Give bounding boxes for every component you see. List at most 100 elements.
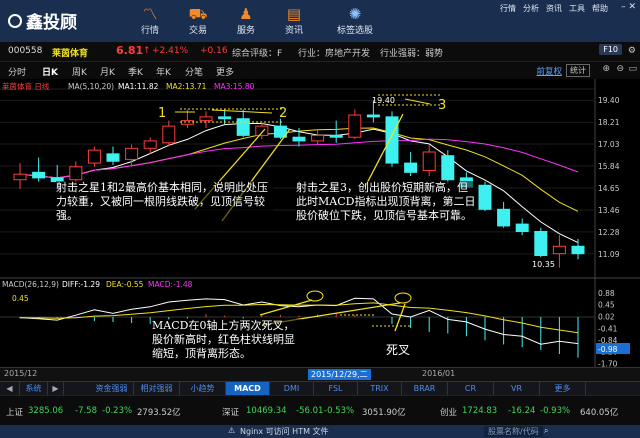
ma3-label: MA3:15.80 bbox=[214, 82, 255, 91]
nav-news[interactable]: ▤ 资讯 bbox=[274, 5, 314, 36]
status-bar: ⚠ Nginx 可访问 HTM 文件 股票名称/代码 ⌕ bbox=[0, 425, 640, 438]
indicator-dmi[interactable]: DMI bbox=[270, 382, 314, 396]
close-icon[interactable]: ✕ bbox=[628, 2, 636, 12]
tab-intraday[interactable]: 分时 bbox=[8, 65, 26, 78]
indicator-cr[interactable]: CR bbox=[448, 382, 494, 396]
price-tick-label: 12.28 bbox=[598, 228, 620, 237]
tab-ticks[interactable]: 分笔 bbox=[185, 65, 203, 78]
price-tick-label: 18.21 bbox=[598, 118, 620, 127]
high-price-label: 19.40 bbox=[372, 96, 395, 105]
index-chg-sh: -7.58 bbox=[75, 406, 97, 416]
low-price-label: 10.35 bbox=[532, 260, 555, 269]
adjust-dropdown[interactable]: 前复权 bbox=[536, 65, 562, 77]
menu-quotes[interactable]: 行情 bbox=[500, 3, 516, 14]
index-chg-cy: -16.24 bbox=[508, 406, 536, 416]
candle bbox=[478, 181, 492, 212]
macd-tick-label: -1.70 bbox=[598, 360, 618, 367]
period-tabs: 分时 日K 周K 月K 季K 年K 分笔 更多 前复权 统计 ⊕ ⊖ ▭ bbox=[0, 62, 640, 79]
user-icon: ♟ bbox=[239, 5, 253, 23]
index-name-cy: 创业 bbox=[440, 408, 458, 418]
menu-news[interactable]: 资讯 bbox=[546, 3, 562, 14]
ma2-label: MA2:13.71 bbox=[166, 82, 207, 91]
note-shooting-star-3: 射击之星3，创出股价短期新高，但此时MACD指标出现顶背离，第二日股价破位下跌，… bbox=[296, 181, 476, 223]
menu-analysis[interactable]: 分析 bbox=[523, 3, 539, 14]
tab-monthly-k[interactable]: 月K bbox=[100, 65, 115, 78]
nav-quotes[interactable]: 〽行情 bbox=[130, 5, 170, 36]
stat-button[interactable]: 统计 bbox=[566, 64, 590, 77]
stock-info-bar: 000558 莱茵体育 6.81 ↑ +2.41% +0.16 综合评级：F 行… bbox=[0, 42, 640, 62]
indicator-trix[interactable]: TRIX bbox=[358, 382, 402, 396]
nav-tag-select[interactable]: ✺ 标签选股 bbox=[330, 5, 380, 36]
chart-line-icon: 〽 bbox=[142, 5, 158, 23]
stock-chg: +0.16 bbox=[200, 46, 228, 56]
index-chg-sz: -56.01 bbox=[296, 406, 324, 416]
price-tick-label: 17.03 bbox=[598, 140, 620, 149]
fullscreen-icon[interactable]: ▭ bbox=[628, 64, 637, 74]
logo-text: 鑫投顾 bbox=[26, 13, 77, 33]
next-icon[interactable]: ▶ bbox=[48, 382, 64, 396]
index-amount-sz: 3051.90亿 bbox=[362, 408, 406, 418]
nav-trade[interactable]: ⛟ 交易 bbox=[178, 5, 218, 36]
f10-button[interactable]: F10 bbox=[599, 44, 622, 55]
tab-daily-k[interactable]: 日K bbox=[42, 65, 58, 78]
ma-legend-label: MA(5,10,20) bbox=[68, 82, 114, 91]
macd-left-label: 0.45 bbox=[12, 294, 29, 303]
zoom-in-icon[interactable]: ⊕ bbox=[602, 64, 610, 74]
kline-chart-svg[interactable]: 19.40 18.21 17.03 15.84 14.65 13.46 12.28 11.09… bbox=[0, 79, 640, 369]
macd-tick-label: 0.02 bbox=[598, 312, 615, 321]
price-tick-label: 19.40 bbox=[598, 96, 620, 105]
nav-service[interactable]: ♟ 服务 bbox=[226, 5, 266, 36]
status-text: Nginx 可访问 HTM 文件 bbox=[240, 427, 329, 436]
stock-name: 莱茵体育 bbox=[52, 49, 89, 59]
tab-more[interactable]: 更多 bbox=[216, 65, 234, 78]
stock-search-input[interactable]: 股票名称/代码 bbox=[484, 426, 543, 437]
index-amount-cy: 640.05亿 bbox=[580, 408, 619, 418]
macd-tick-label: 0.45 bbox=[598, 301, 615, 310]
menu-help[interactable]: 帮助 bbox=[592, 3, 608, 14]
index-value-sh: 3285.06 bbox=[28, 406, 64, 416]
menu-tools[interactable]: 工具 bbox=[569, 3, 585, 14]
tab-year-k[interactable]: 年K bbox=[156, 65, 171, 78]
macd-tick-label: 0.88 bbox=[598, 289, 615, 298]
indicator-system[interactable]: 系统 bbox=[20, 382, 48, 396]
indicator-relative-strength[interactable]: 相对强弱 bbox=[134, 382, 180, 396]
indicator-small-trend[interactable]: 小趋势 bbox=[180, 382, 226, 396]
search-icon[interactable]: ⌕ bbox=[544, 426, 548, 436]
up-arrow-icon: ↑ bbox=[143, 46, 151, 56]
indicator-brar[interactable]: BRAR bbox=[402, 382, 448, 396]
price-tick-label: 14.65 bbox=[598, 184, 620, 193]
window-controls: – ✕ bbox=[621, 2, 636, 12]
index-value-cy: 1724.83 bbox=[462, 406, 498, 416]
tab-quarter-k[interactable]: 季K bbox=[128, 65, 143, 78]
tab-weekly-k[interactable]: 周K bbox=[72, 65, 87, 78]
indicator-fund-strength[interactable]: 资金强弱 bbox=[90, 382, 134, 396]
index-ticker-bar: 上证 3285.06 -7.58 -0.23% 2793.52亿 深证 1046… bbox=[0, 395, 640, 425]
candle bbox=[534, 227, 548, 258]
settings-icon[interactable]: ⚙ bbox=[628, 46, 636, 56]
minimize-icon[interactable]: – bbox=[621, 2, 626, 12]
chart-area: 19.40 18.21 17.03 15.84 14.65 13.46 12.28 11.09… bbox=[0, 79, 640, 369]
top-menu: 行情 分析 资讯 工具 帮助 bbox=[500, 3, 608, 14]
indicator-macd[interactable]: MACD bbox=[226, 382, 270, 396]
ma1-label: MA1:11.82 bbox=[118, 82, 159, 91]
indicator-vr[interactable]: VR bbox=[494, 382, 540, 396]
indicator-fsl[interactable]: FSL bbox=[314, 382, 358, 396]
news-icon: ▤ bbox=[286, 5, 302, 23]
ma-stock-title: 莱茵体育 日线 bbox=[2, 81, 50, 91]
rating-label: 综合评级：F bbox=[232, 49, 283, 59]
label-2: 2 bbox=[279, 106, 287, 121]
nav-label: 行情 bbox=[140, 26, 159, 36]
prev-icon[interactable]: ◀ bbox=[0, 382, 20, 396]
index-pct-sz: -0.53% bbox=[324, 406, 355, 416]
tag-icon: ✺ bbox=[348, 5, 362, 23]
date-label: 2015/12 bbox=[4, 369, 38, 378]
nav-label: 交易 bbox=[188, 26, 207, 36]
app-logo: 鑫投顾 bbox=[8, 8, 77, 33]
zoom-out-icon[interactable]: ⊖ bbox=[616, 64, 624, 74]
nav-label: 资讯 bbox=[284, 26, 303, 36]
industry-label: 行业：房地产开发 bbox=[298, 49, 371, 59]
price-tick-label: 11.09 bbox=[598, 250, 620, 259]
logo-icon bbox=[8, 13, 22, 28]
candle bbox=[385, 111, 399, 167]
indicator-more[interactable]: 更多 bbox=[540, 382, 586, 396]
